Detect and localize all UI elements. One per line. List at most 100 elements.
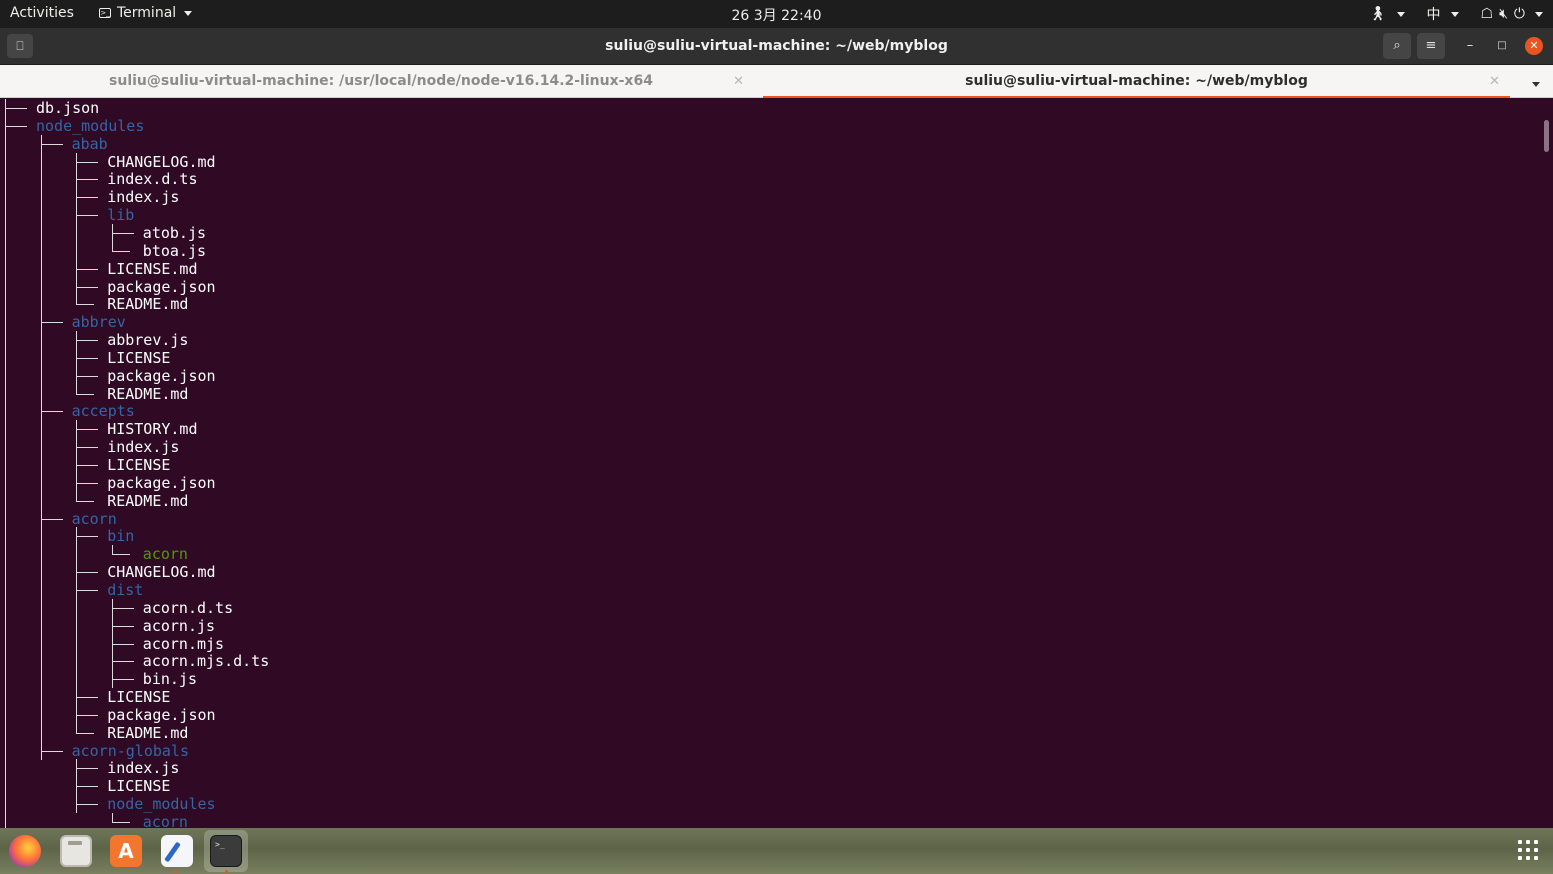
- tree-guide: [5, 206, 6, 225]
- tree-branch: [76, 536, 99, 538]
- tree-line: index.js: [0, 759, 1540, 778]
- tree-guide: [5, 223, 6, 242]
- tree-line: acorn-globals: [0, 741, 1540, 760]
- accessibility-icon: 🚶︎: [1368, 6, 1387, 22]
- tab-list-button[interactable]: [1526, 65, 1546, 98]
- tree-line: README.md: [0, 384, 1540, 403]
- terminal-output[interactable]: db.json node_modules abab CHANGELOG.md index…: [0, 98, 1553, 828]
- close-icon[interactable]: ✕: [1489, 65, 1500, 98]
- close-button[interactable]: ✕: [1525, 37, 1543, 55]
- tree-guide: [76, 598, 78, 617]
- tree-guide: [5, 545, 6, 564]
- tree-guide: [5, 152, 6, 171]
- tree-branch: [111, 661, 134, 663]
- menu-button[interactable]: ≡: [1417, 33, 1445, 59]
- text-editor-icon[interactable]: [161, 835, 193, 867]
- restore-icon: □: [1497, 40, 1507, 51]
- top-bar: Activities >_ Terminal 26 3月 22:40 🚶︎ 中 …: [0, 0, 1553, 28]
- executable-name: acorn: [142, 545, 188, 564]
- scrollbar[interactable]: [1544, 120, 1549, 152]
- tree-guide: [40, 241, 42, 260]
- window-headerbar: ⎕ suliu@suliu-virtual-machine: ~/web/myb…: [0, 28, 1553, 65]
- tree-guide: [5, 688, 6, 707]
- tree-branch: [111, 679, 134, 681]
- running-indicator: [225, 870, 228, 873]
- file-name: README.md: [107, 723, 189, 742]
- search-button[interactable]: ⌕: [1383, 33, 1411, 59]
- tree-line: README.md: [0, 723, 1540, 742]
- tree-guide: [76, 545, 78, 564]
- tree-branch: [76, 786, 99, 788]
- window-title: suliu@suliu-virtual-machine: ~/web/myblo…: [605, 38, 948, 54]
- status-menu[interactable]: ☖ 🔇︎ ⏻: [1481, 6, 1543, 22]
- tree-guide: [40, 652, 42, 671]
- tab-node-dir[interactable]: suliu@suliu-virtual-machine: /usr/local/…: [0, 65, 762, 98]
- file-name: index.js: [107, 188, 180, 207]
- software-store-icon[interactable]: A: [110, 835, 142, 867]
- tree-line: bin: [0, 527, 1540, 546]
- tree-line: LICENSE: [0, 456, 1540, 474]
- new-tab-button[interactable]: ⎕: [7, 34, 33, 58]
- input-method-label: 中: [1426, 7, 1441, 23]
- tree-guide: [40, 634, 42, 653]
- tree-line: node_modules: [0, 795, 1540, 814]
- system-tray[interactable]: 🚶︎ 中 ☖ 🔇︎ ⏻: [1351, 4, 1543, 24]
- tree-line: package.json: [0, 366, 1540, 385]
- tree-branch: [76, 197, 99, 199]
- file-name: LICENSE.md: [107, 259, 198, 278]
- input-method-menu[interactable]: 中: [1427, 4, 1459, 24]
- activities-button[interactable]: Activities: [10, 5, 74, 21]
- file-name: db.json: [36, 99, 100, 117]
- clock[interactable]: 26 3月 22:40: [732, 8, 822, 24]
- file-name: atob.js: [142, 223, 207, 242]
- tree-line: LICENSE: [0, 688, 1540, 707]
- close-icon: ✕: [1529, 39, 1539, 52]
- directory-name: abbrev: [71, 313, 126, 332]
- tree-guide: [5, 509, 6, 528]
- show-applications-icon[interactable]: [1518, 840, 1538, 860]
- tree-guide: [40, 688, 42, 707]
- tree-line: bin.js: [0, 670, 1540, 689]
- terminal-icon[interactable]: >_: [210, 835, 242, 867]
- tree-guide: [5, 366, 6, 385]
- power-icon: ⏻: [1513, 6, 1525, 22]
- directory-name: node_modules: [107, 795, 216, 814]
- tab-myblog[interactable]: suliu@suliu-virtual-machine: ~/web/myblo…: [763, 65, 1510, 98]
- directory-name: acorn: [71, 509, 117, 528]
- directory-name: bin: [107, 527, 135, 546]
- firefox-icon[interactable]: [9, 835, 41, 867]
- tree-line: lib: [0, 206, 1540, 225]
- app-menu-label: Terminal: [117, 5, 177, 21]
- tree-branch: [5, 125, 27, 127]
- app-menu[interactable]: >_ Terminal: [99, 5, 193, 21]
- minimize-button[interactable]: –: [1456, 33, 1484, 59]
- file-name: package.json: [107, 473, 216, 492]
- maximize-button[interactable]: □: [1488, 33, 1516, 59]
- tree-guide: [5, 616, 6, 635]
- tree-guide: [40, 152, 42, 171]
- close-icon[interactable]: ✕: [733, 65, 744, 98]
- files-icon[interactable]: [60, 835, 92, 867]
- directory-name: accepts: [71, 402, 135, 421]
- tree-line: index.d.ts: [0, 170, 1540, 189]
- tree-branch: [76, 161, 99, 163]
- tree-guide: [5, 795, 6, 814]
- tree-line: LICENSE: [0, 777, 1540, 796]
- tree-branch: [76, 429, 99, 431]
- tree-line: acorn.js: [0, 616, 1540, 635]
- tree-branch: [76, 447, 99, 449]
- tree-branch: [40, 750, 63, 752]
- tree-guide: [40, 277, 42, 296]
- tree-guide: [40, 331, 42, 350]
- dock: A >_: [0, 828, 1553, 874]
- accessibility-menu[interactable]: 🚶︎: [1369, 6, 1405, 22]
- file-name: acorn.mjs.d.ts: [142, 652, 270, 671]
- tree-guide: [5, 331, 6, 350]
- tree-guide: [5, 777, 6, 796]
- tree-line: abbrev: [0, 313, 1540, 332]
- tree-branch: [76, 179, 99, 181]
- tree-branch: [76, 215, 99, 217]
- tree-line: acorn.mjs.d.ts: [0, 652, 1540, 671]
- tree-guide: [5, 670, 6, 689]
- tree-line: atob.js: [0, 223, 1540, 242]
